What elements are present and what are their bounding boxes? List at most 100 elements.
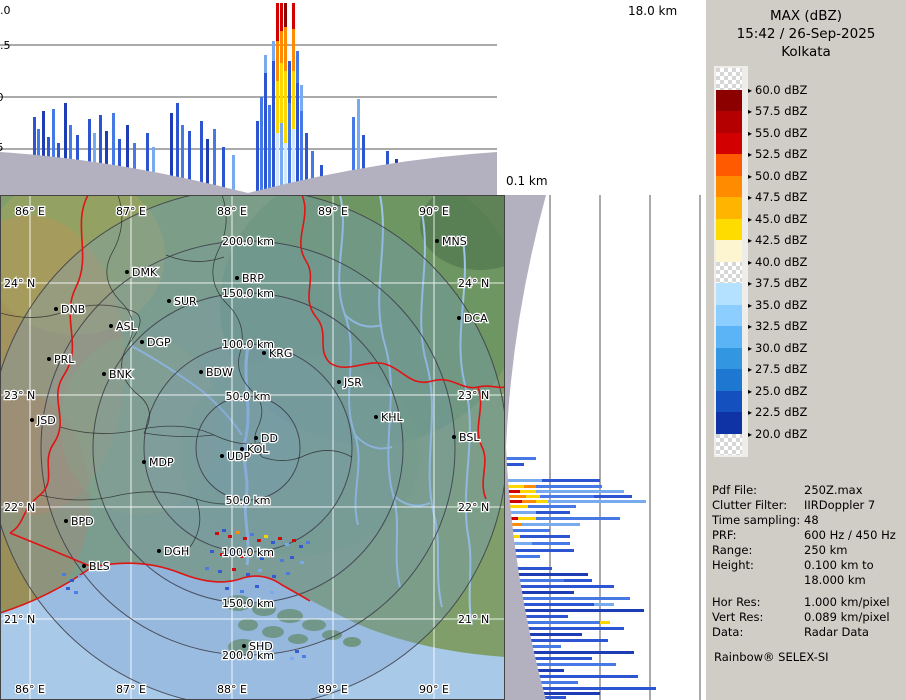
echo-bar: [362, 135, 365, 195]
echo-bar: [506, 615, 568, 618]
echo-bar: [305, 133, 308, 195]
echo-bar: [284, 27, 287, 71]
echo-bar: [276, 133, 279, 195]
echo-bar: [320, 165, 323, 195]
map-echo-pixel: [290, 657, 294, 660]
city-dot: [435, 239, 439, 243]
city-label: ASL: [116, 320, 138, 333]
latitude-label: 21° N: [458, 613, 489, 626]
info-row: 18.000 km: [712, 573, 904, 588]
scale-tick-label: ▸ 30.0 dBZ: [748, 340, 808, 355]
info-row: Pdf File: 250Z.max: [712, 483, 904, 498]
longitude-label: 89° E: [318, 205, 348, 218]
range-ring-label: 150.0 km: [222, 597, 274, 610]
map-echo-pixel: [210, 550, 214, 553]
city-dot: [47, 357, 51, 361]
echo-bar: [506, 549, 574, 552]
range-ring-label: 100.0 km: [222, 338, 274, 351]
info-value: 18.000 km: [804, 573, 866, 587]
echo-bar: [506, 573, 588, 576]
map-echo-pixel: [243, 537, 247, 540]
echo-bar: [506, 681, 578, 684]
info-value: 0.089 km/pixel: [804, 610, 890, 624]
echo-bar: [522, 523, 580, 526]
echo-bar: [47, 137, 50, 195]
map-echo-pixel: [272, 575, 276, 578]
echo-bar: [506, 585, 614, 588]
longitude-label: 88° E: [217, 683, 247, 696]
city-label: DGH: [164, 545, 189, 558]
city-label: PRL: [54, 353, 75, 366]
city-dot: [64, 519, 68, 523]
map-echo-pixel: [218, 570, 222, 573]
city-label: BSL: [459, 431, 480, 444]
echo-bar: [300, 85, 303, 111]
tick-arrow-icon: ▸: [748, 236, 753, 245]
software-brand: Rainbow® SELEX-SI: [714, 650, 829, 664]
echo-bar: [564, 579, 592, 582]
tick-arrow-icon: ▸: [748, 343, 753, 353]
echo-bar: [506, 645, 561, 648]
echo-bar: [280, 123, 283, 195]
city-dot: [102, 372, 106, 376]
scale-cell-transparent: [716, 261, 742, 283]
tick-arrow-icon: ▸: [748, 365, 753, 374]
echo-bar: [292, 29, 295, 71]
city-label: DCA: [464, 312, 488, 325]
info-value: 250 km: [804, 543, 848, 557]
echo-bar: [506, 633, 582, 636]
echo-bar: [506, 511, 536, 514]
echo-bar: [506, 597, 630, 600]
echo-bar: [506, 692, 600, 695]
longitude-label: 90° E: [419, 205, 449, 218]
range-ring-label: 50.0 km: [225, 390, 270, 403]
map-echo-pixel: [236, 531, 240, 534]
city-dot: [167, 299, 171, 303]
city-dot: [109, 324, 113, 328]
city-label: DNB: [61, 303, 85, 316]
echo-bar: [99, 115, 102, 195]
map-echo-pixel: [299, 545, 303, 548]
echo-bar: [176, 103, 179, 195]
echo-bar: [520, 490, 536, 493]
city-dot: [140, 340, 144, 344]
echo-bar: [357, 99, 360, 195]
scale-tick-label: ▸ 20.0 dBZ: [748, 426, 808, 441]
height-axis-max-label: 18.0 km: [628, 4, 678, 18]
product-datetime: 15:42 / 26-Sep-2025: [736, 26, 876, 42]
color-scale: [714, 66, 748, 457]
latitude-label: 23° N: [4, 389, 35, 402]
echo-bar: [506, 463, 524, 466]
echo-bar: [506, 675, 638, 678]
echo-bar: [600, 621, 610, 624]
yz-projection-panel: [506, 195, 705, 700]
echo-bar: [536, 517, 620, 520]
tick-arrow-icon: ▸: [748, 279, 753, 288]
echo-bar: [506, 603, 594, 606]
city-label: MDP: [149, 456, 174, 469]
map-echo-pixel: [250, 533, 254, 536]
city-label: DMK: [132, 266, 158, 279]
echo-bar: [506, 495, 526, 498]
echo-bar: [232, 155, 235, 195]
echo-bar: [222, 147, 225, 195]
city-label: BDW: [206, 366, 233, 379]
echo-bar: [292, 129, 295, 195]
city-label: UDP: [227, 450, 251, 463]
map-echo-pixel: [280, 559, 284, 562]
scale-cell: [716, 154, 742, 176]
map-echo-pixel: [278, 537, 282, 540]
tick-arrow-icon: ▸: [748, 408, 753, 417]
map-echo-pixel: [290, 556, 294, 559]
echo-bar: [296, 51, 299, 83]
echo-bar: [105, 131, 108, 195]
latitude-label: 22° N: [4, 501, 35, 514]
map-echo-pixel: [66, 587, 70, 590]
echo-bar: [170, 113, 173, 195]
city-label: SHD: [249, 640, 273, 653]
city-label: SUR: [174, 295, 197, 308]
scale-tick-label: ▸ 60.0 dBZ: [748, 82, 808, 97]
info-value: 0.100 km to: [804, 558, 874, 572]
echo-bar: [506, 485, 524, 488]
echo-bar: [506, 609, 644, 612]
